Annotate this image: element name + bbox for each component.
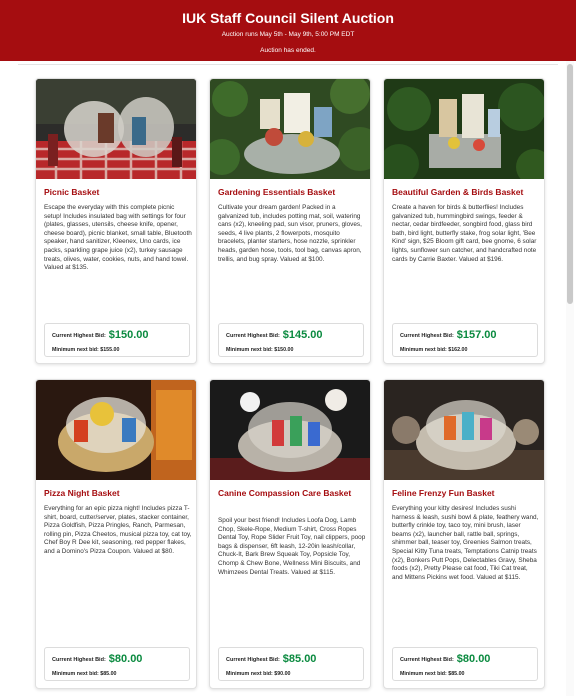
item-description: Escape the everyday with this complete p… [44,204,192,272]
current-bid-label: Current Highest Bid: [226,657,280,663]
auction-status: Auction has ended. [260,47,316,54]
item-description: Create a haven for birds & butterflies! … [392,204,537,263]
item-card-garden-birds[interactable]: Beautiful Garden & Birds Basket Create a… [383,78,545,364]
bid-box: Current Highest Bid: $150.00 Minimum next… [44,323,190,357]
min-next-bid-amount: $85.00 [100,671,117,677]
current-bid-amount: $85.00 [282,653,317,665]
item-card-pizza[interactable]: Pizza Night Basket Everything for an epi… [35,379,197,689]
item-title: Gardening Essentials Basket [218,187,336,197]
item-card-picnic[interactable]: Picnic Basket Escape the everyday with t… [35,78,197,364]
min-next-bid-amount: $90.00 [274,671,291,677]
min-next-bid-amount: $162.00 [448,347,468,353]
min-next-bid-label: Minimum next bid: [52,671,99,677]
item-photo [210,79,370,179]
bid-box: Current Highest Bid: $145.00 Minimum next… [218,323,364,357]
min-next-bid-label: Minimum next bid: [400,347,447,353]
current-bid-label: Current Highest Bid: [400,333,454,339]
bid-box: Current Highest Bid: $85.00 Minimum next … [218,647,364,681]
item-description: Cultivate your dream garden! Packed in a… [218,204,362,263]
min-next-bid-label: Minimum next bid: [226,671,273,677]
item-title: Pizza Night Basket [44,488,120,498]
item-photo [384,79,544,179]
min-next-bid-label: Minimum next bid: [226,347,273,353]
min-next-bid-label: Minimum next bid: [400,671,447,677]
bid-box: Current Highest Bid: $157.00 Minimum next… [392,323,538,357]
min-next-bid-amount: $150.00 [274,347,294,353]
item-photo [36,79,196,179]
current-bid-label: Current Highest Bid: [52,333,106,339]
item-photo [384,380,544,480]
scrollbar-thumb[interactable] [567,64,573,304]
item-description: Spoil your best friend! Includes Loofa D… [218,517,366,576]
page-title: IUK Staff Council Silent Auction [182,10,394,26]
page-header: IUK Staff Council Silent Auction Auction… [0,0,576,61]
current-bid-label: Current Highest Bid: [226,333,280,339]
bid-box: Current Highest Bid: $80.00 Minimum next … [44,647,190,681]
item-description: Everything for an epic pizza night! Incl… [44,505,192,555]
item-title: Picnic Basket [44,187,100,197]
current-bid-label: Current Highest Bid: [400,657,454,663]
item-card-feline[interactable]: Feline Frenzy Fun Basket Everything your… [383,379,545,689]
current-bid-amount: $80.00 [108,653,143,665]
current-bid-amount: $80.00 [456,653,491,665]
min-next-bid-amount: $85.00 [448,671,465,677]
min-next-bid-amount: $155.00 [100,347,120,353]
current-bid-amount: $150.00 [108,329,149,341]
item-photo [210,380,370,480]
current-bid-amount: $145.00 [282,329,323,341]
divider [18,64,558,65]
item-title: Beautiful Garden & Birds Basket [392,187,524,197]
item-title: Canine Compassion Care Basket [218,488,352,498]
current-bid-amount: $157.00 [456,329,497,341]
auction-dates: Auction runs May 5th - May 9th, 5:00 PM … [221,31,355,38]
item-photo [36,380,196,480]
current-bid-label: Current Highest Bid: [52,657,106,663]
item-description: Everything your kitty desires! Includes … [392,505,539,581]
bid-box: Current Highest Bid: $80.00 Minimum next … [392,647,538,681]
item-card-gardening[interactable]: Gardening Essentials Basket Cultivate yo… [209,78,371,364]
min-next-bid-label: Minimum next bid: [52,347,99,353]
item-title: Feline Frenzy Fun Basket [392,488,495,498]
item-card-canine[interactable]: Canine Compassion Care Basket Spoil your… [209,379,371,689]
